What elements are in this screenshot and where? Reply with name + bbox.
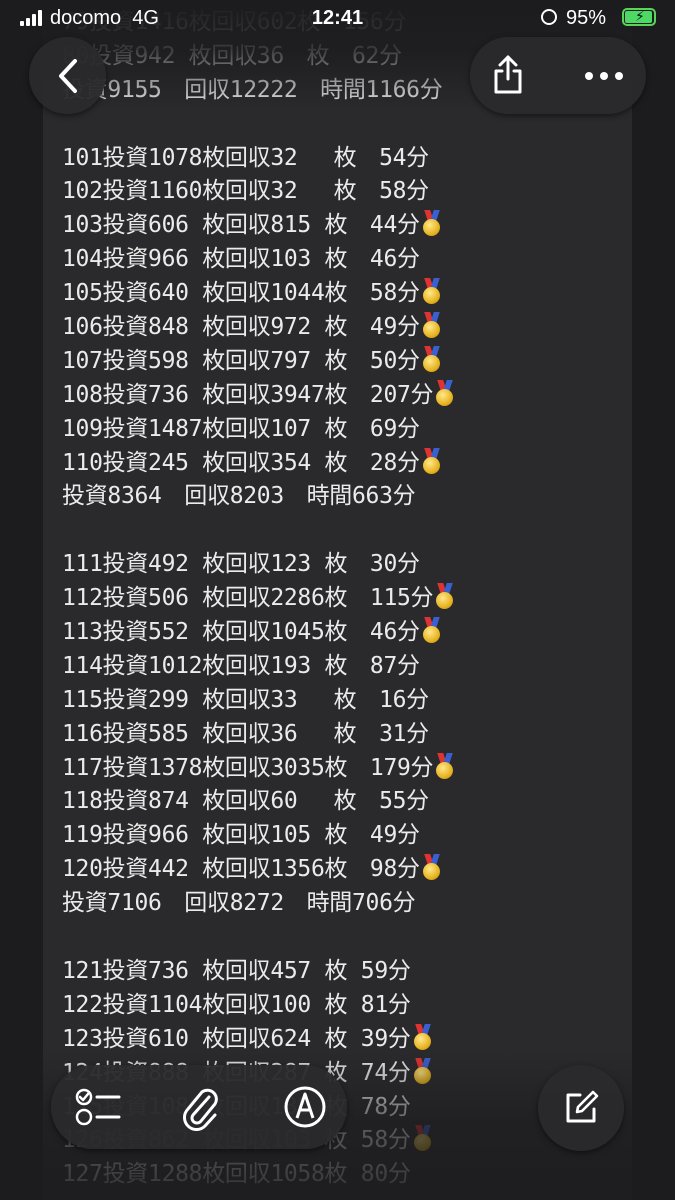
medal-icon [435,583,455,610]
note-line: 102投資1160枚回収32 枚 58分 [62,175,642,209]
note-line-text: 105投資640 枚回収1044枚 58分 [62,280,420,307]
note-line-text: 118投資874 枚回収60 枚 55分 [62,788,429,815]
note-line-text: 113投資552 枚回収1045枚 46分 [62,619,420,646]
note-line-text: 117投資1378枚回収3035枚 179分 [62,754,434,781]
medal-icon [422,312,442,339]
note-line-text: 123投資610 枚回収624 枚 39分 [62,1025,411,1052]
medal-icon [422,278,442,305]
medal-icon [435,752,455,779]
note-line: 116投資585 枚回収36 枚 31分 [62,718,642,752]
note-line: 111投資492 枚回収123 枚 30分 [62,548,642,582]
note-line-text: 120投資442 枚回収1356枚 98分 [62,856,420,883]
note-line-text: 112投資506 枚回収2286枚 115分 [62,585,434,612]
note-line-text: 110投資245 枚回収354 枚 28分 [62,449,420,476]
note-line-text: 109投資1487枚回収107 枚 69分 [62,415,420,442]
note-line: 115投資299 枚回収33 枚 16分 [62,684,642,718]
share-button[interactable] [490,53,526,95]
bottom-toolbar [51,1065,347,1149]
note-line-text: 119投資966 枚回収105 枚 49分 [62,822,420,849]
top-actions [470,37,646,114]
note-line-text: 104投資966 枚回収103 枚 46分 [62,246,420,273]
note-line-text: 101投資1078枚回収32 枚 54分 [62,144,429,171]
note-line-text: 115投資299 枚回収33 枚 16分 [62,686,429,713]
note-line-text: 投資7106 回収8272 時間706分 [62,890,416,917]
note-line: 118投資874 枚回収60 枚 55分 [62,785,642,819]
note-line: 投資7106 回収8272 時間706分 [62,887,642,921]
attach-button[interactable] [181,1085,221,1131]
share-icon [494,55,522,94]
chevron-left-icon [58,58,77,93]
note-line-text: 116投資585 枚回収36 枚 31分 [62,720,429,747]
note-line: 108投資736 枚回収3947枚 207分 [62,379,642,413]
battery-percent: 95% [566,7,607,29]
note-line: 121投資736 枚回収457 枚 59分 [62,955,642,989]
note-line: 109投資1487枚回収107 枚 69分 [62,413,642,447]
medal-icon [422,447,442,474]
note-line: 101投資1078枚回収32 枚 54分 [62,142,642,176]
checklist-icon [75,1088,121,1126]
note-line: 107投資598 枚回収797 枚 50分 [62,345,642,379]
note-line-text: 102投資1160枚回収32 枚 58分 [62,178,429,205]
note-line-text: 103投資606 枚回収815 枚 44分 [62,212,420,239]
medal-icon [422,617,442,644]
note-line: 103投資606 枚回収815 枚 44分 [62,209,642,243]
note-line: 104投資966 枚回収103 枚 46分 [62,243,642,277]
markup-button[interactable] [283,1085,327,1129]
note-line-text: 投資8364 回収8203 時間663分 [62,483,416,510]
battery-icon: ⚡ [622,8,656,26]
markup-pen-icon [284,1086,326,1128]
note-line: 117投資1378枚回収3035枚 179分 [62,752,642,786]
note-line: 110投資245 枚回収354 枚 28分 [62,447,642,481]
note-line-text: 108投資736 枚回収3947枚 207分 [62,381,434,408]
compose-button[interactable] [538,1065,624,1151]
note-line: 119投資966 枚回収105 枚 49分 [62,819,642,853]
medal-icon [435,379,455,406]
medal-icon [422,345,442,372]
medal-icon [422,854,442,881]
note-line: 113投資552 枚回収1045枚 46分 [62,616,642,650]
note-line-text: 106投資848 枚回収972 枚 49分 [62,314,420,341]
alarm-icon [541,9,557,25]
compose-icon [566,1090,599,1123]
note-line-text: 121投資736 枚回収457 枚 59分 [62,957,411,984]
back-button[interactable] [29,37,106,114]
medal-icon [413,1023,433,1050]
more-icon [585,72,623,80]
more-button[interactable] [584,71,624,81]
note-line: 106投資848 枚回収972 枚 49分 [62,311,642,345]
note-line: 120投資442 枚回収1356枚 98分 [62,853,642,887]
note-body[interactable]: 79投資1416枚回収602枚 156分80投資942 枚回収36 枚 62分投… [62,6,642,1192]
status-bar: docomo 4G 12:41 95% ⚡ [0,0,675,38]
note-line-text: 122投資1104枚回収100 枚 81分 [62,991,411,1018]
note-line-text: 111投資492 枚回収123 枚 30分 [62,551,420,578]
medal-icon [422,210,442,237]
note-line: 112投資506 枚回収2286枚 115分 [62,582,642,616]
note-line: 114投資1012枚回収193 枚 87分 [62,650,642,684]
paperclip-icon [183,1088,218,1131]
note-line-text: 114投資1012枚回収193 枚 87分 [62,652,420,679]
note-line: 122投資1104枚回収100 枚 81分 [62,989,642,1023]
note-line-text: 107投資598 枚回収797 枚 50分 [62,347,420,374]
note-line: 105投資640 枚回収1044枚 58分 [62,277,642,311]
checklist-button[interactable] [75,1087,123,1127]
note-line: 投資8364 回収8203 時間663分 [62,480,642,514]
